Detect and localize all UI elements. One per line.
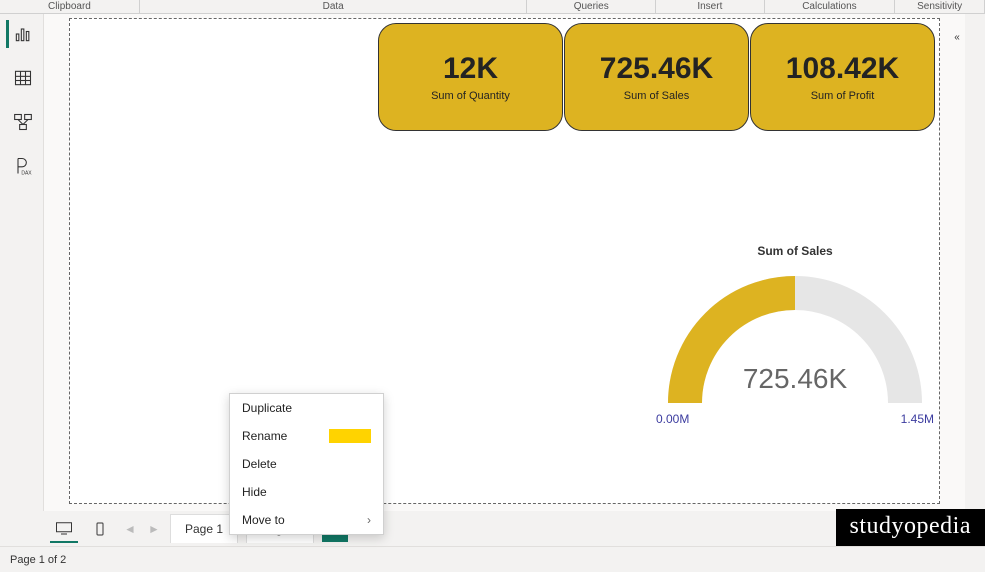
gauge-center-value: 725.46K: [743, 363, 848, 394]
table-view-icon[interactable]: [6, 64, 38, 92]
gauge-scale-labels: 0.00M 1.45M: [650, 412, 940, 426]
ribbon-group-label: Queries: [527, 0, 656, 13]
right-pane-flyout[interactable]: «: [951, 32, 963, 43]
desktop-layout-icon[interactable]: [50, 515, 78, 543]
kpi-cards-row: 12K Sum of Quantity 725.46K Sum of Sales…: [378, 23, 935, 131]
status-bar: Page 1 of 2: [0, 546, 985, 572]
prev-page-arrow[interactable]: ◄: [122, 522, 138, 536]
ribbon-group-labels: ClipboardDataQueriesInsertCalculationsSe…: [0, 0, 985, 14]
kpi-value: 725.46K: [600, 52, 713, 86]
kpi-value: 12K: [443, 52, 498, 86]
ribbon-group-label: Sensitivity: [895, 0, 985, 13]
ribbon-group-label: Clipboard: [0, 0, 140, 13]
kpi-value: 108.42K: [786, 52, 899, 86]
highlight-box: [329, 429, 371, 443]
menu-delete[interactable]: Delete: [230, 450, 383, 478]
svg-text:DAX: DAX: [21, 170, 32, 176]
page-tab-1[interactable]: Page 1: [170, 514, 238, 543]
gauge-title: Sum of Sales: [650, 244, 940, 258]
ribbon-group-label: Insert: [656, 0, 765, 13]
gauge-max: 1.45M: [901, 412, 934, 426]
next-page-arrow[interactable]: ►: [146, 522, 162, 536]
kpi-label: Sum of Quantity: [431, 90, 510, 102]
left-nav-rail: DAX: [0, 14, 44, 511]
gauge-arc: 725.46K: [660, 268, 930, 418]
mobile-layout-icon[interactable]: [86, 515, 114, 543]
kpi-card-quantity[interactable]: 12K Sum of Quantity: [378, 23, 563, 131]
kpi-label: Sum of Sales: [624, 90, 689, 102]
chevron-right-icon: ›: [367, 513, 371, 527]
page-indicator: Page 1 of 2: [10, 554, 66, 566]
model-view-icon[interactable]: [6, 108, 38, 136]
report-canvas[interactable]: 12K Sum of Quantity 725.46K Sum of Sales…: [69, 18, 940, 504]
menu-duplicate[interactable]: Duplicate: [230, 394, 383, 422]
report-view-icon[interactable]: [6, 20, 38, 48]
menu-move-to[interactable]: Move to›: [230, 506, 383, 534]
menu-hide[interactable]: Hide: [230, 478, 383, 506]
gauge-min: 0.00M: [656, 412, 689, 426]
ribbon-group-label: Calculations: [765, 0, 895, 13]
dax-view-icon[interactable]: DAX: [6, 152, 38, 180]
kpi-card-sales[interactable]: 725.46K Sum of Sales: [564, 23, 749, 131]
page-context-menu: Duplicate Rename Delete Hide Move to›: [229, 393, 384, 535]
menu-rename[interactable]: Rename: [230, 422, 383, 450]
kpi-label: Sum of Profit: [811, 90, 875, 102]
ribbon-group-label: Data: [140, 0, 528, 13]
kpi-card-profit[interactable]: 108.42K Sum of Profit: [750, 23, 935, 131]
gauge-visual[interactable]: Sum of Sales 725.46K 0.00M 1.45M: [650, 244, 940, 426]
chevron-left-icon[interactable]: «: [954, 32, 960, 43]
report-canvas-area: 12K Sum of Quantity 725.46K Sum of Sales…: [44, 14, 965, 511]
watermark-logo: studyopedia: [836, 509, 985, 546]
